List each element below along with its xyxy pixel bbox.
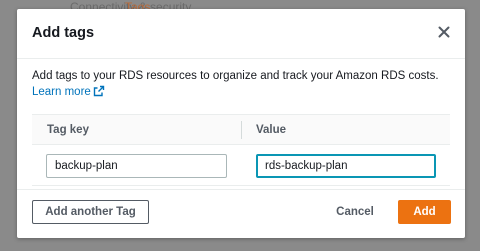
modal-description: Add tags to your RDS resources to organi… [32,68,447,102]
learn-more-label: Learn more [32,86,91,98]
tag-key-input[interactable] [46,154,227,178]
external-link-icon [93,85,105,102]
close-icon[interactable] [436,24,452,40]
modal-title: Add tags [32,25,95,41]
footer-divider [17,189,465,190]
column-divider [241,121,242,139]
table-header: Tag key Value [32,115,450,145]
column-header-value: Value [256,124,287,136]
tag-value-input[interactable] [256,154,436,178]
description-text: Add tags to your RDS resources to organi… [32,70,439,82]
tags-table: Tag key Value [32,114,450,186]
add-tags-modal: Add tags Add tags to your RDS resources … [17,9,465,238]
add-another-tag-button[interactable]: Add another Tag [32,200,149,224]
cancel-button[interactable]: Cancel [330,200,380,224]
learn-more-link[interactable]: Learn more [32,85,105,98]
column-header-tag-key: Tag key [47,124,89,136]
modal-header: Add tags [17,9,465,59]
add-button[interactable]: Add [398,200,451,224]
